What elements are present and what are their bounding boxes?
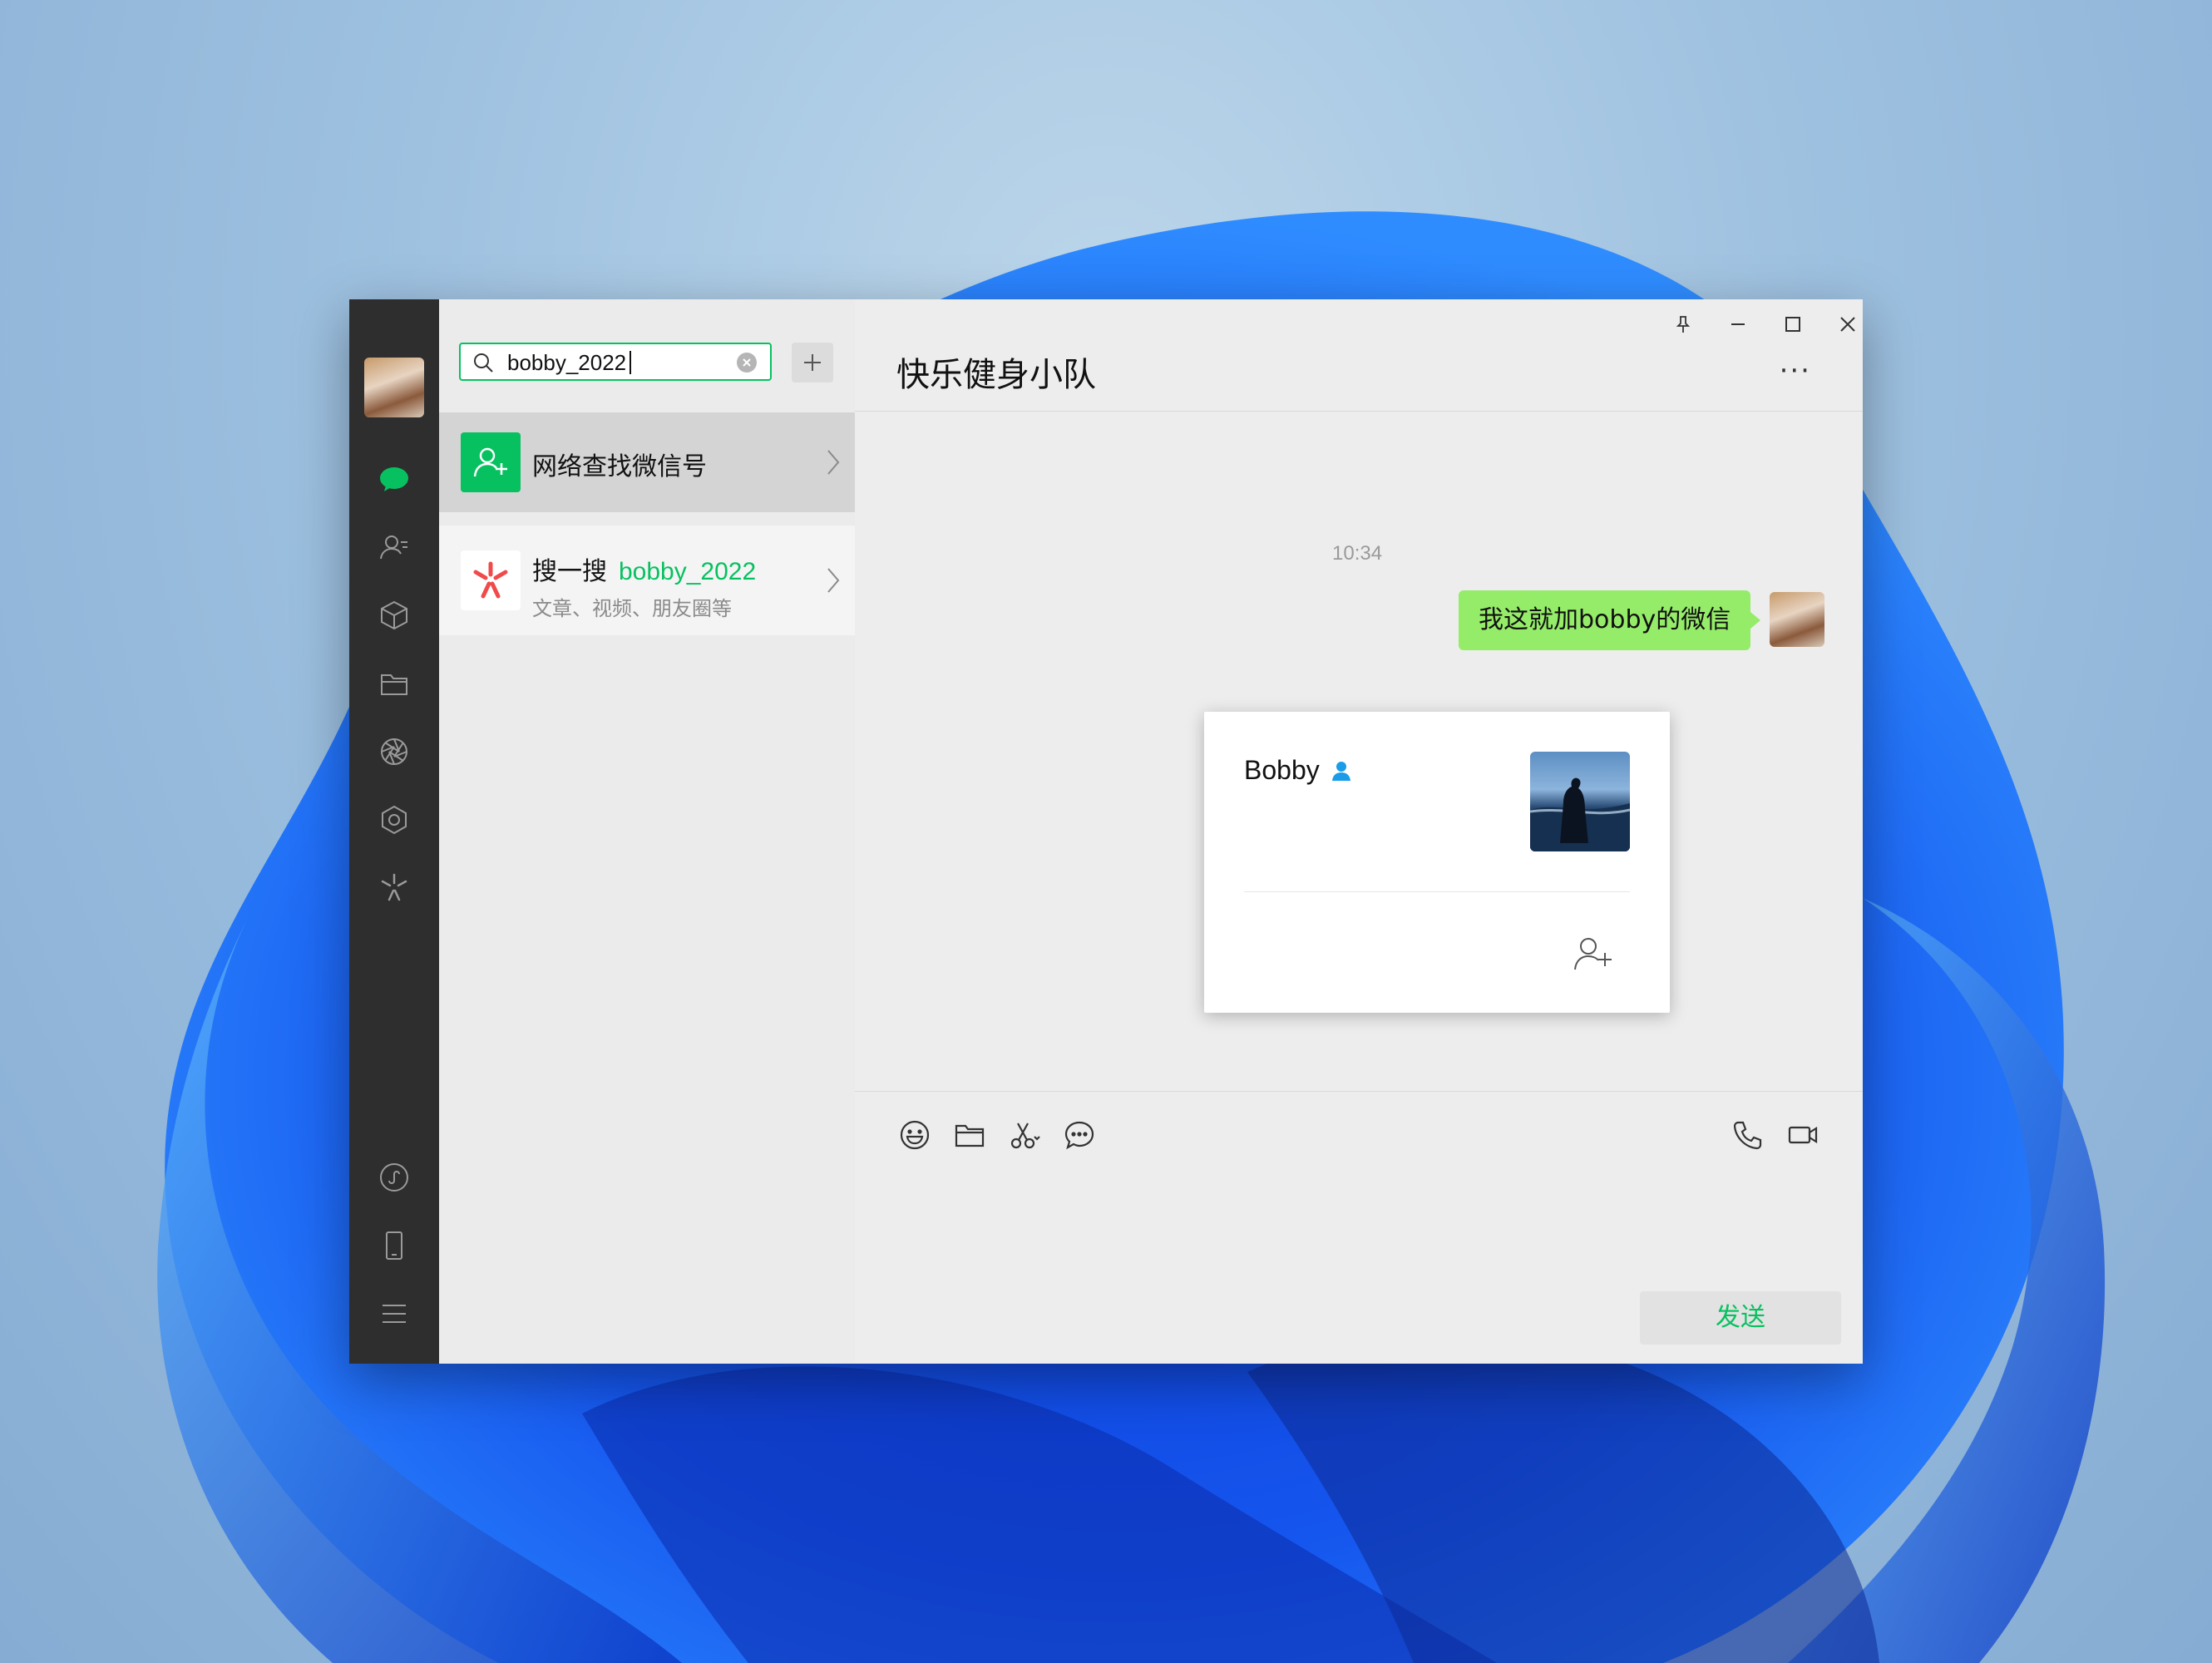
message-composer: 发送 xyxy=(855,1091,1863,1364)
video-camera-icon xyxy=(1788,1126,1818,1144)
phone-icon[interactable] xyxy=(378,1229,411,1262)
sousou-logo-icon xyxy=(473,561,508,599)
network-search-label: 网络查找微信号 xyxy=(532,452,707,481)
files-icon[interactable] xyxy=(378,667,411,700)
user-badge-icon xyxy=(1332,762,1350,781)
video-call-button[interactable] xyxy=(1785,1117,1821,1153)
search-value: bobby_2022 xyxy=(507,350,627,375)
emoji-button[interactable] xyxy=(896,1117,933,1153)
search-icon xyxy=(474,353,493,373)
sousou-icon[interactable] xyxy=(378,871,411,905)
contact-name: Bobby xyxy=(1244,755,1320,785)
scissors-icon xyxy=(1010,1123,1040,1149)
message-timestamp: 10:34 xyxy=(1332,542,1383,565)
clear-search-button[interactable] xyxy=(737,353,757,373)
add-friend-icon xyxy=(473,447,507,477)
add-friend-tile xyxy=(461,432,521,492)
phone-icon xyxy=(1733,1121,1762,1150)
send-button[interactable]: 发送 xyxy=(1640,1291,1841,1345)
contact-photo[interactable] xyxy=(1530,752,1630,851)
chevron-right-icon xyxy=(827,450,840,475)
contact-photo-image xyxy=(1530,777,1630,851)
plus-icon xyxy=(804,354,821,371)
chat-history-button[interactable] xyxy=(1061,1117,1098,1153)
chat-icon[interactable] xyxy=(378,462,411,496)
sidebar-nav xyxy=(349,299,439,1364)
moments-icon[interactable] xyxy=(378,735,411,768)
screenshot-button[interactable] xyxy=(1006,1117,1043,1153)
sousou-logo-tile xyxy=(461,550,521,610)
minimize-button[interactable] xyxy=(1721,308,1755,341)
menu-icon[interactable] xyxy=(378,1297,411,1330)
sousou-search-item[interactable]: 搜一搜 bobby_2022 文章、视频、朋友圈等 xyxy=(439,526,855,635)
contact-profile-card: Bobby xyxy=(1204,712,1670,1013)
search-results-panel: bobby_2022 网络查找微信号 搜一搜 bobby_2022 文章、视频、朋… xyxy=(439,299,856,1364)
sousou-subtitle: 文章、视频、朋友圈等 xyxy=(532,597,732,620)
chat-header: 快乐健身小队 ··· xyxy=(855,299,1863,412)
close-button[interactable] xyxy=(1831,308,1864,341)
emoji-icon xyxy=(900,1120,930,1150)
chat-title: 快乐健身小队 xyxy=(896,356,1096,394)
wechat-window: bobby_2022 网络查找微信号 搜一搜 bobby_2022 文章、视频、朋… xyxy=(349,299,1863,1364)
network-search-item[interactable]: 网络查找微信号 xyxy=(439,412,855,512)
pin-icon xyxy=(1676,316,1691,333)
file-button[interactable] xyxy=(951,1117,988,1153)
sousou-keyword: bobby_2022 xyxy=(619,558,757,585)
add-friend-icon[interactable] xyxy=(1572,935,1615,971)
channels-icon[interactable] xyxy=(378,803,411,836)
sousou-prefix: 搜一搜 xyxy=(532,557,607,586)
card-divider xyxy=(1244,891,1630,892)
contacts-icon[interactable] xyxy=(378,530,411,564)
chevron-right-icon xyxy=(827,568,840,593)
folder-icon xyxy=(955,1124,985,1147)
minimize-icon xyxy=(1731,323,1745,325)
user-avatar[interactable] xyxy=(364,358,424,417)
mini-programs-icon[interactable] xyxy=(378,1161,411,1194)
voice-call-button[interactable] xyxy=(1730,1117,1766,1153)
chat-bubble-icon xyxy=(1064,1121,1094,1150)
search-input[interactable]: bobby_2022 xyxy=(459,343,772,381)
my-avatar[interactable] xyxy=(1770,592,1824,647)
pin-button[interactable] xyxy=(1666,308,1700,341)
sousou-title: 搜一搜 bobby_2022 xyxy=(532,550,756,587)
add-button[interactable] xyxy=(792,343,833,382)
maximize-button[interactable] xyxy=(1776,308,1810,341)
more-options-button[interactable]: ··· xyxy=(1780,354,1811,387)
maximize-icon xyxy=(1785,317,1800,332)
close-icon xyxy=(1840,317,1855,332)
close-icon xyxy=(743,358,751,367)
favorites-icon[interactable] xyxy=(378,599,411,632)
message-bubble[interactable]: 我这就加bobby的微信 xyxy=(1459,590,1761,650)
